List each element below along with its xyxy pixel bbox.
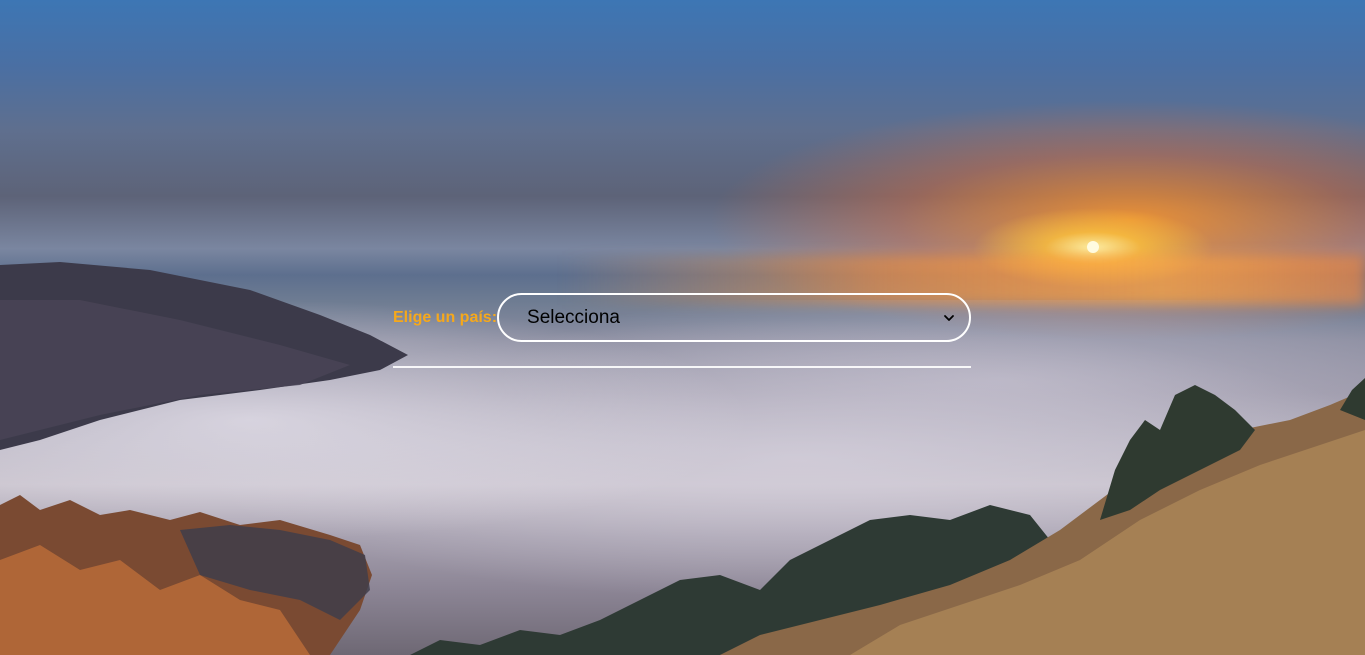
country-select[interactable]: Selecciona bbox=[497, 293, 971, 342]
sun bbox=[1087, 241, 1099, 253]
country-form: Elige un país: Selecciona bbox=[393, 293, 971, 368]
country-form-row: Elige un país: Selecciona bbox=[393, 293, 971, 342]
chevron-down-icon bbox=[943, 312, 955, 324]
form-divider bbox=[393, 366, 971, 368]
country-select-value: Selecciona bbox=[527, 306, 620, 328]
country-label: Elige un país: bbox=[393, 308, 498, 326]
